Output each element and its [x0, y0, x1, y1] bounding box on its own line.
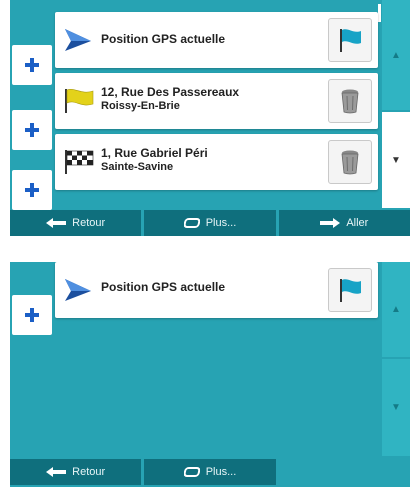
bottom-toolbar: Retour Plus...: [10, 459, 410, 485]
arrow-left-icon: [46, 218, 67, 228]
route-point-row[interactable]: 1, Rue Gabriel Péri Sainte-Savine: [55, 134, 378, 190]
more-label: Plus...: [205, 217, 237, 229]
go-button[interactable]: Aller: [278, 210, 410, 236]
route-point-city: Roissy-En-Brie: [101, 100, 180, 112]
route-point-row[interactable]: Position GPS actuelle: [55, 262, 378, 318]
empty-slot: [279, 459, 410, 485]
arrow-right-icon: [320, 218, 341, 228]
arrow-left-icon: [46, 467, 67, 477]
chevron-up-icon: ▲: [391, 49, 401, 61]
route-screen-top: Position GPS actuelle 12, Rue Des Passer…: [10, 0, 410, 236]
route-point-name: 12, Rue Des Passereaux: [101, 85, 240, 99]
more-button[interactable]: Plus...: [144, 210, 276, 236]
flag-icon: [340, 279, 361, 302]
back-label: Retour: [72, 217, 106, 229]
more-options-icon: [183, 467, 200, 477]
scroll-down-button[interactable]: ▼: [382, 359, 410, 456]
set-destination-button[interactable]: [328, 18, 372, 62]
chevron-down-icon: ▼: [391, 154, 401, 166]
plus-icon: [25, 123, 39, 137]
route-point-name: Position GPS actuelle: [101, 280, 226, 294]
back-button[interactable]: Retour: [10, 459, 142, 485]
gps-position-icon: [65, 29, 91, 51]
plus-icon: [25, 183, 39, 197]
flag-icon: [340, 29, 361, 52]
trash-icon: [341, 89, 359, 114]
add-waypoint-button[interactable]: [12, 45, 52, 85]
yellow-flag-icon: [65, 89, 94, 113]
bottom-toolbar: Retour Plus... Aller: [10, 210, 410, 236]
back-button[interactable]: Retour: [10, 210, 142, 236]
trash-icon: [341, 150, 359, 175]
scroll-up-button[interactable]: ▲: [382, 0, 410, 110]
route-point-name: Position GPS actuelle: [101, 32, 226, 46]
more-button[interactable]: Plus...: [144, 459, 276, 485]
scroll-indicator: [378, 4, 381, 22]
delete-waypoint-button[interactable]: [328, 140, 372, 184]
plus-icon: [25, 308, 39, 322]
scroll-down-button[interactable]: ▼: [382, 112, 410, 208]
add-waypoint-button[interactable]: [12, 110, 52, 150]
chevron-down-icon: ▼: [391, 402, 401, 413]
add-waypoint-button[interactable]: [12, 170, 52, 210]
route-point-city: Sainte-Savine: [101, 161, 174, 173]
route-point-row[interactable]: 12, Rue Des Passereaux Roissy-En-Brie: [55, 73, 378, 129]
more-label: Plus...: [205, 466, 237, 478]
add-waypoint-button[interactable]: [12, 295, 52, 335]
gps-position-icon: [65, 279, 91, 301]
checkered-flag-icon: [65, 150, 94, 174]
scroll-up-button[interactable]: ▲: [382, 262, 410, 357]
set-destination-button[interactable]: [328, 268, 372, 312]
route-screen-bottom: Position GPS actuelle ▲ ▼ Retour Plus...: [10, 262, 410, 487]
delete-waypoint-button[interactable]: [328, 79, 372, 123]
go-label: Aller: [346, 217, 369, 229]
more-options-icon: [183, 218, 200, 228]
plus-icon: [25, 58, 39, 72]
route-point-row[interactable]: Position GPS actuelle: [55, 12, 378, 68]
back-label: Retour: [72, 466, 106, 478]
route-point-name: 1, Rue Gabriel Péri: [101, 146, 208, 160]
chevron-up-icon: ▲: [391, 304, 401, 315]
